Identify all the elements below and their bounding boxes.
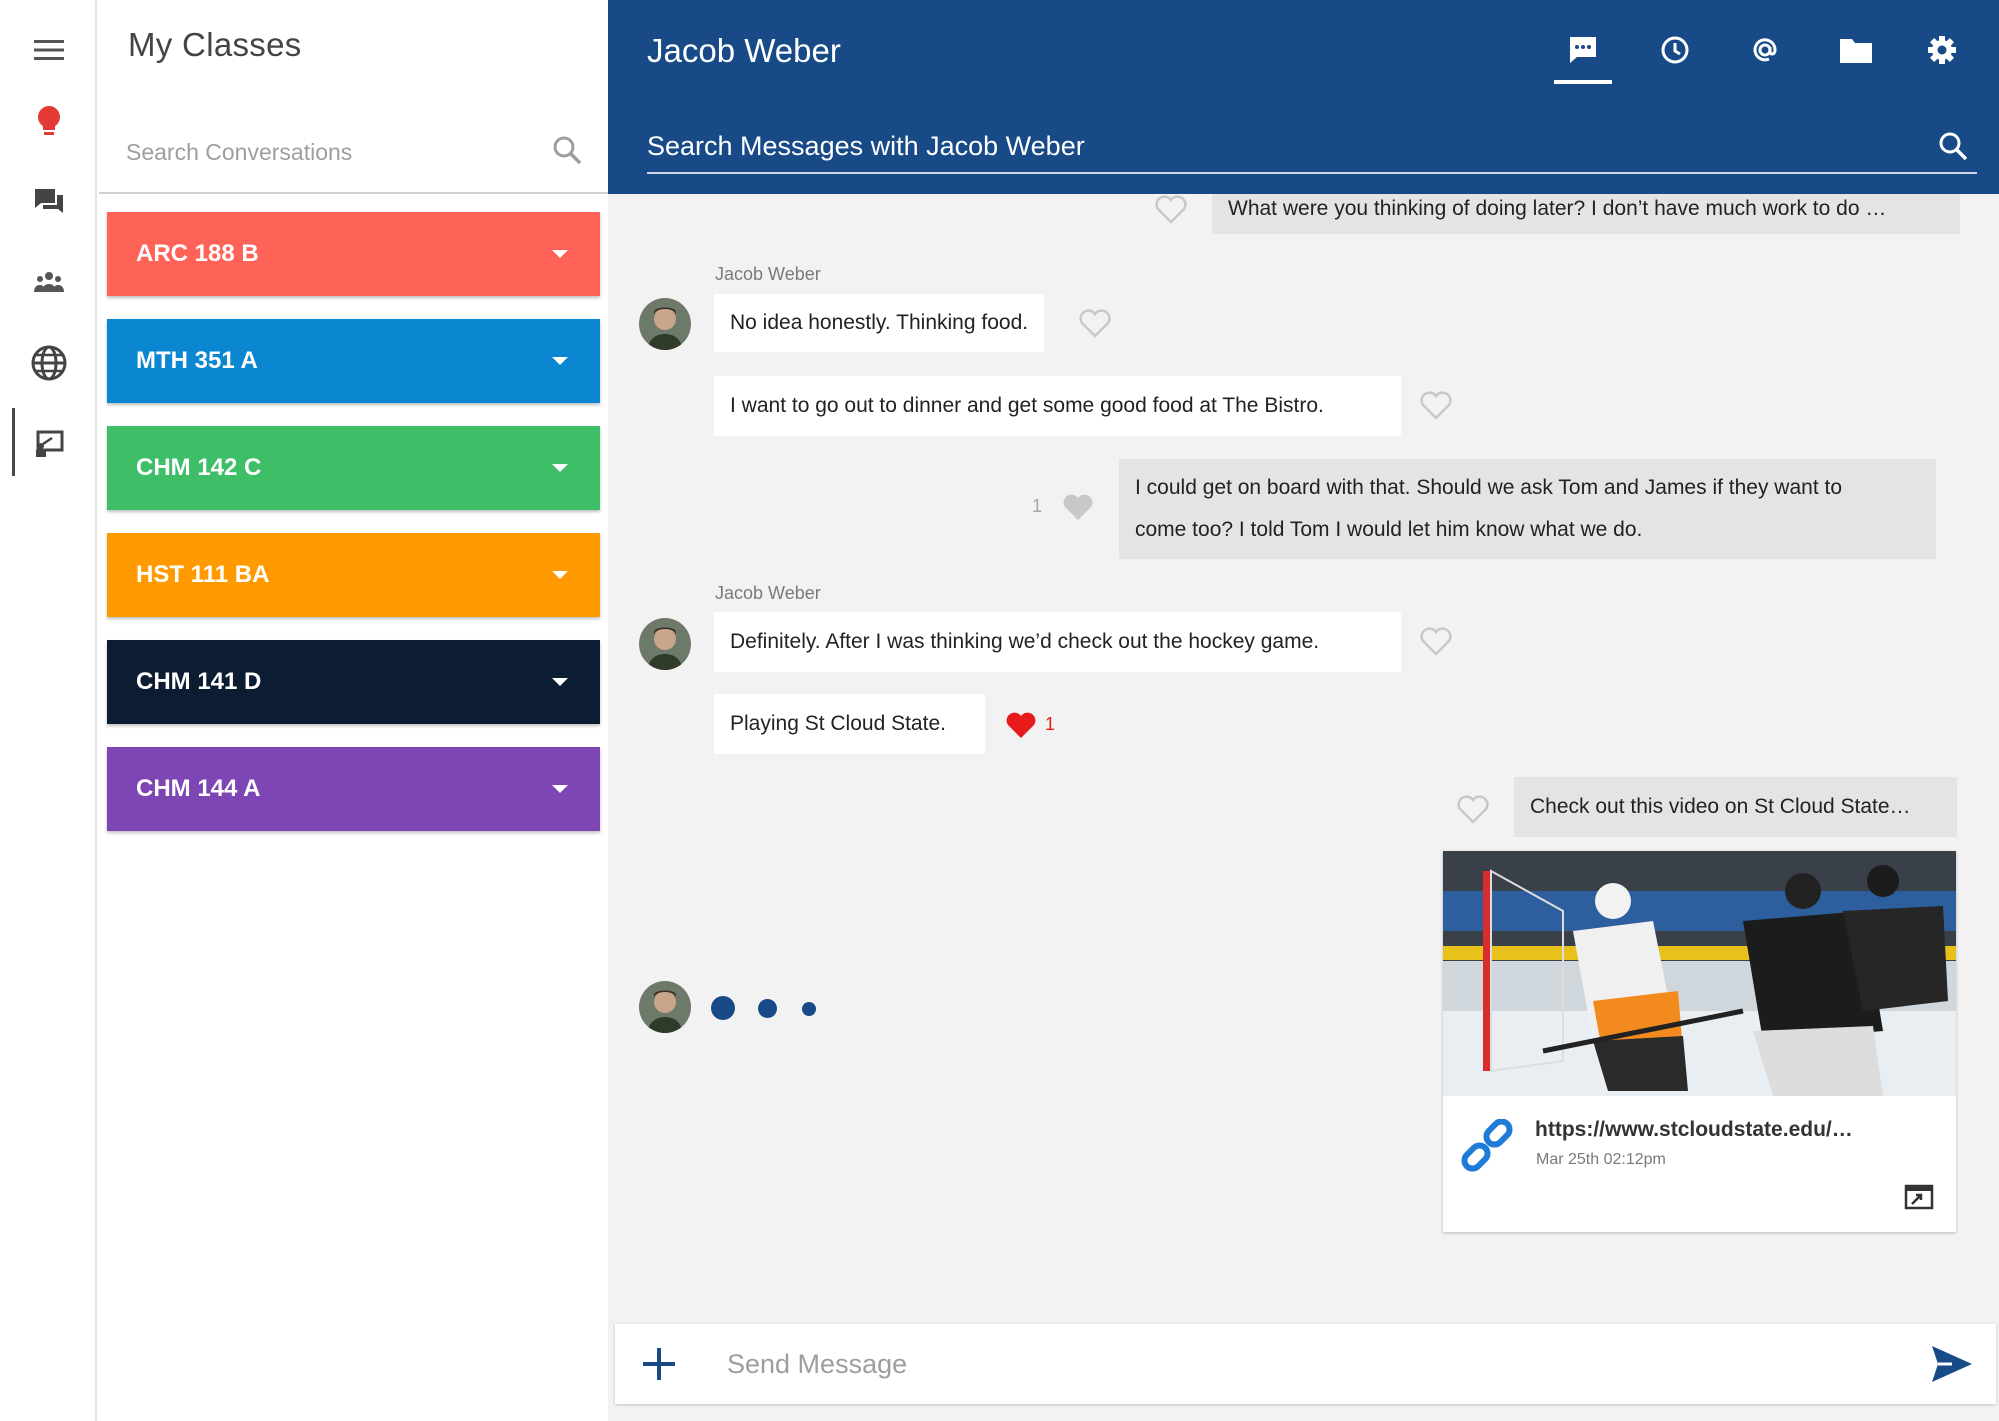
message-bubble-outgoing[interactable]: I could get on board with that. Should w… — [1119, 459, 1936, 559]
class-label: CHM 142 C — [136, 454, 262, 481]
liked-heart-icon[interactable] — [1005, 710, 1037, 740]
message-bubble-incoming[interactable]: No idea honestly. Thinking food. — [714, 294, 1045, 352]
rail-item-classes[interactable] — [0, 408, 97, 476]
message-sender: Jacob Weber — [715, 583, 821, 603]
message-line: come too? I told Tom I would let him kno… — [1135, 518, 1643, 541]
message-bubble-incoming[interactable]: I want to go out to dinner and get some … — [714, 376, 1401, 436]
typing-indicator-dot — [802, 1002, 816, 1016]
groups-icon — [33, 272, 64, 292]
chevron-down-icon[interactable] — [552, 357, 568, 365]
link-date: Mar 25th 02:12pm — [1536, 1151, 1666, 1168]
class-item[interactable]: CHM 144 A — [107, 747, 600, 831]
chat-bubbles-icon — [34, 189, 63, 213]
tab-files[interactable] — [1830, 24, 1882, 76]
class-item[interactable]: ARC 188 B — [107, 212, 600, 296]
classes-panel: My Classes ARC 188 B MTH 351 A CHM 142 C… — [99, 0, 608, 1421]
link-preview-image — [1443, 851, 1956, 1096]
add-attachment-icon[interactable] — [639, 1344, 679, 1384]
mention-icon — [1753, 38, 1777, 62]
typing-avatar — [639, 981, 691, 1033]
chevron-down-icon[interactable] — [552, 785, 568, 793]
class-item[interactable]: HST 111 BA — [107, 533, 600, 617]
class-label: CHM 144 A — [136, 775, 261, 802]
rail-item-messages[interactable] — [0, 170, 97, 234]
rail-item-global[interactable] — [0, 331, 97, 395]
message-bubble-outgoing[interactable]: Check out this video on St Cloud State… — [1514, 777, 1957, 837]
lightbulb-icon — [37, 106, 60, 135]
message-line: I could get on board with that. Should w… — [1135, 476, 1843, 499]
tab-mentions[interactable] — [1739, 24, 1791, 76]
like-heart-icon[interactable] — [1155, 194, 1187, 224]
search-messages-input[interactable] — [647, 126, 1897, 166]
panel-title: My Classes — [128, 26, 302, 63]
link-url[interactable]: https://www.stcloudstate.edu/… — [1535, 1118, 1853, 1142]
send-icon[interactable] — [1930, 1344, 1974, 1384]
chat-icon — [1570, 37, 1596, 63]
search-conversations-input[interactable] — [126, 132, 526, 172]
chevron-down-icon[interactable] — [552, 464, 568, 472]
message-bubble-incoming[interactable]: Definitely. After I was thinking we’d ch… — [714, 612, 1401, 672]
search-icon — [553, 136, 582, 165]
tab-chat[interactable] — [1554, 24, 1612, 84]
class-item[interactable]: CHM 141 D — [107, 640, 600, 724]
settings-icon — [1928, 36, 1956, 64]
folder-icon — [1840, 39, 1872, 63]
class-item[interactable]: MTH 351 A — [107, 319, 600, 403]
liked-heart-icon[interactable] — [1062, 492, 1094, 522]
menu-icon — [33, 40, 64, 60]
nav-rail — [0, 0, 97, 1421]
like-heart-icon[interactable] — [1457, 794, 1489, 824]
class-label: HST 111 BA — [136, 561, 270, 588]
conversation-title: Jacob Weber — [647, 32, 841, 69]
message-sender: Jacob Weber — [715, 264, 821, 284]
menu-button[interactable] — [0, 18, 97, 82]
like-heart-icon[interactable] — [1079, 308, 1111, 338]
app-window: My Classes ARC 188 B MTH 351 A CHM 142 C… — [0, 0, 1999, 1421]
like-heart-icon[interactable] — [1420, 390, 1452, 420]
link-preview-card[interactable]: https://www.stcloudstate.edu/… Mar 25th … — [1443, 851, 1956, 1232]
message-composer — [615, 1324, 1996, 1404]
search-conversations-button[interactable] — [547, 130, 587, 170]
link-icon — [1461, 1119, 1513, 1172]
class-label: ARC 188 B — [136, 240, 259, 267]
rail-item-groups[interactable] — [0, 250, 97, 314]
message-list: What were you thinking of doing later? I… — [608, 194, 1999, 1421]
history-icon — [1661, 36, 1689, 64]
classroom-icon — [35, 430, 63, 457]
avatar[interactable] — [639, 298, 691, 350]
message-bubble-outgoing[interactable]: What were you thinking of doing later? I… — [1212, 194, 1960, 234]
typing-indicator-dot — [711, 996, 735, 1020]
tab-history[interactable] — [1649, 24, 1701, 76]
class-item[interactable]: CHM 142 C — [107, 426, 600, 510]
typing-indicator-dot — [758, 999, 777, 1018]
rail-item-ideas[interactable] — [0, 90, 97, 154]
chevron-down-icon[interactable] — [552, 571, 568, 579]
avatar[interactable] — [639, 618, 691, 670]
chevron-down-icon[interactable] — [552, 678, 568, 686]
message-bubble-incoming[interactable]: Playing St Cloud State. — [714, 694, 985, 754]
conversation-search — [99, 118, 608, 194]
like-count: 1 — [1045, 714, 1056, 734]
message-search — [647, 122, 1977, 174]
chevron-down-icon[interactable] — [552, 250, 568, 258]
send-message-input[interactable] — [727, 1342, 1827, 1386]
search-icon — [1939, 132, 1968, 161]
globe-icon — [31, 345, 66, 381]
like-count: 1 — [1032, 496, 1043, 516]
class-label: MTH 351 A — [136, 347, 258, 374]
search-messages-button[interactable] — [1933, 126, 1973, 166]
class-label: CHM 141 D — [136, 668, 262, 695]
tab-settings[interactable] — [1916, 24, 1968, 76]
like-heart-icon[interactable] — [1420, 626, 1452, 656]
open-external-icon[interactable] — [1904, 1182, 1934, 1212]
